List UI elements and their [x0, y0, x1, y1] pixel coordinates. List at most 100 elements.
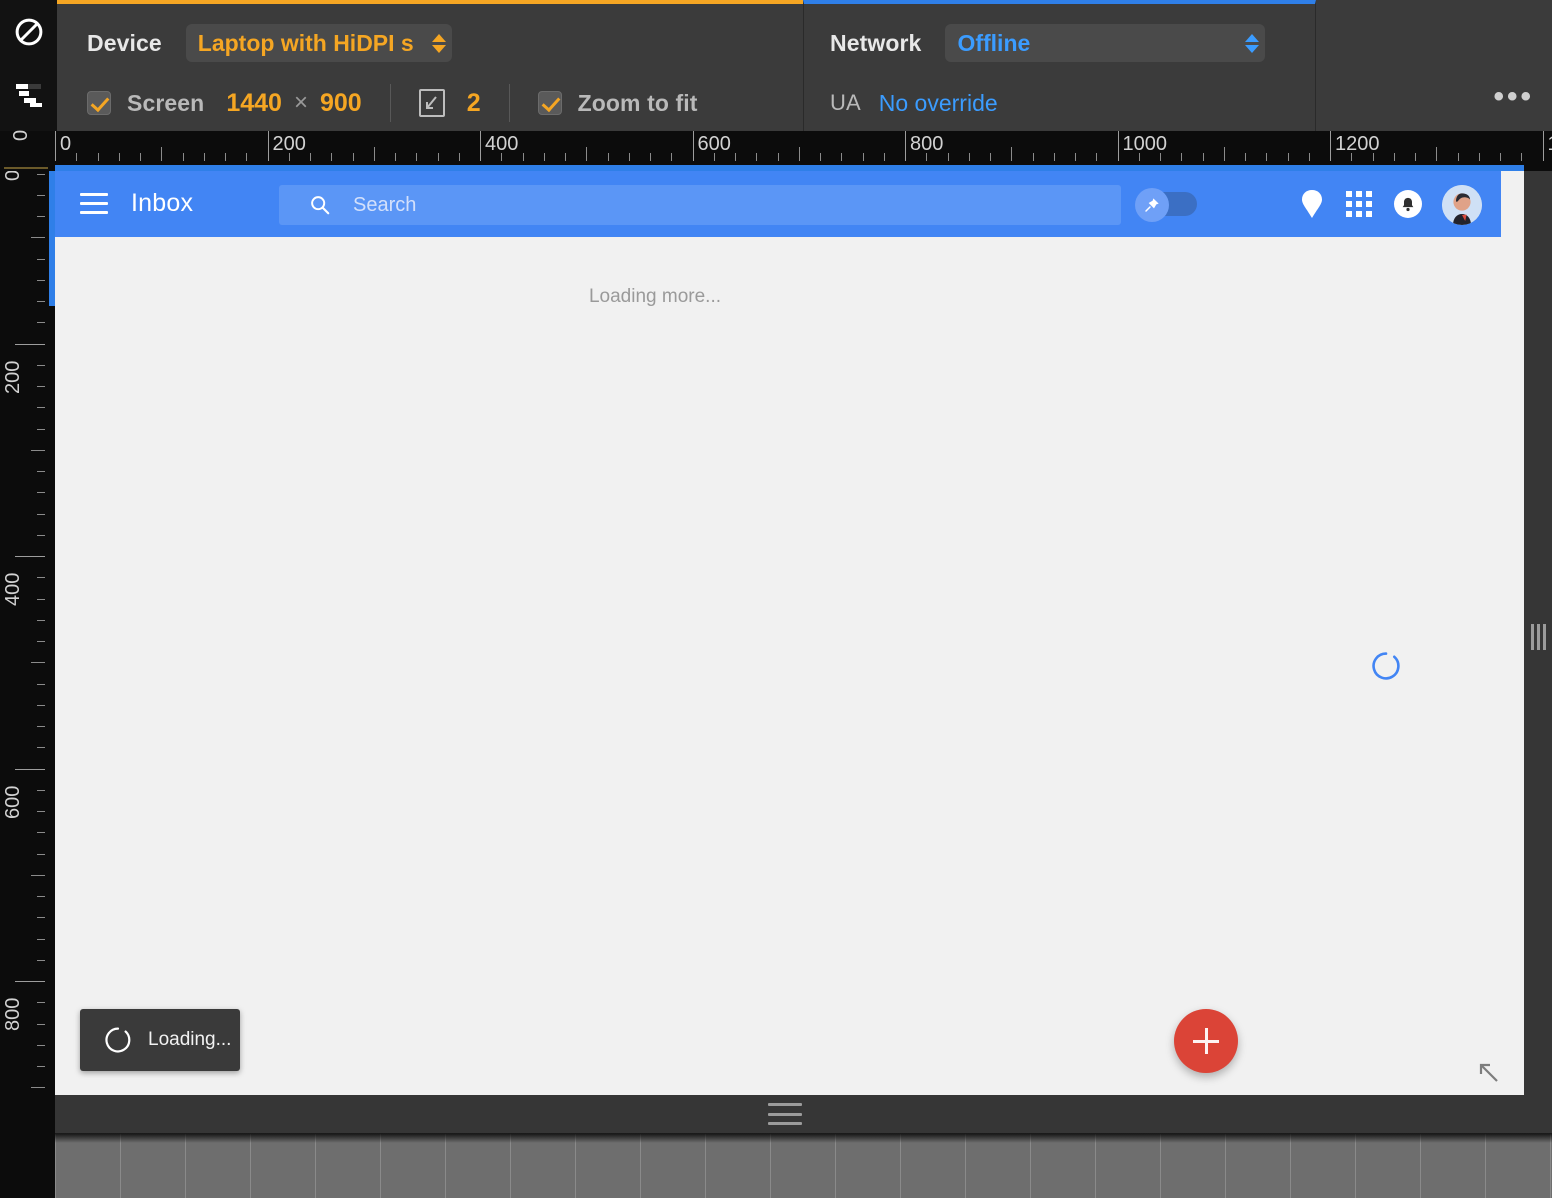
resize-corner-icon[interactable]	[1475, 1059, 1501, 1085]
ruler-tick	[1457, 153, 1459, 161]
screen-size-checkbox[interactable]	[87, 91, 111, 115]
network-throttling-value: Offline	[957, 29, 1031, 56]
loading-more-text: Loading more...	[588, 286, 722, 307]
zoom-to-fit-checkbox[interactable]	[537, 91, 562, 115]
hamburger-menu-icon[interactable]	[80, 193, 108, 215]
zoom-to-fit-label: Zoom to fit	[577, 89, 698, 116]
network-throttling-select[interactable]: Offline	[945, 24, 1266, 62]
network-settings-panel: Network Offline UA No override	[803, 0, 1316, 131]
ruler-tick	[1308, 153, 1310, 161]
compose-fab-button[interactable]	[1174, 1009, 1238, 1073]
overflow-menu-button[interactable]: •••	[1493, 82, 1534, 112]
ruler-tick	[1521, 153, 1523, 161]
no-entry-icon[interactable]	[14, 17, 44, 47]
device-emulation-toolbar: Device Laptop with HiDPI s Screen 1440 ×…	[0, 0, 1552, 131]
device-preset-value: Laptop with HiDPI s	[197, 29, 414, 56]
ruler-tick	[31, 874, 45, 876]
ruler-tick	[1096, 153, 1098, 161]
ruler-tick	[37, 959, 45, 961]
ruler-tick	[480, 131, 481, 161]
apps-grid-icon[interactable]	[1343, 188, 1375, 220]
screen-width-input[interactable]: 1440	[226, 89, 282, 118]
ruler-tick	[862, 153, 864, 161]
ruler-tick	[37, 726, 45, 727]
ruler-tick	[37, 917, 45, 919]
network-waterfall-icon[interactable]	[14, 80, 44, 110]
ruler-tick	[1223, 147, 1225, 161]
toolbar-overflow-panel: •••	[1316, 0, 1552, 131]
ruler-tick	[55, 131, 56, 161]
ruler-tick	[1393, 153, 1395, 161]
ruler-tick	[416, 153, 418, 161]
device-pixel-ratio-input[interactable]: 2	[467, 89, 481, 118]
ruler-tick	[15, 768, 45, 770]
search-icon	[309, 194, 331, 216]
ruler-label: 1400	[1548, 133, 1552, 156]
ruler-origin-label: 0	[10, 129, 32, 141]
pin-toggle-switch[interactable]	[1135, 188, 1197, 222]
chevron-updown-icon	[431, 33, 446, 53]
ruler-tick	[1202, 153, 1204, 161]
ruler-tick	[37, 534, 45, 536]
width-resize-handle[interactable]	[1531, 623, 1547, 651]
ruler-tick	[37, 1023, 45, 1025]
ruler-tick	[1415, 153, 1416, 161]
ruler-tick	[841, 153, 843, 161]
ruler-tick	[37, 492, 45, 494]
ruler-tick	[37, 832, 45, 834]
ruler-tick	[968, 153, 970, 161]
pin-drop-icon[interactable]	[1296, 188, 1328, 220]
devtools-drawer-grid	[55, 1133, 1552, 1198]
ruler-tick	[37, 1002, 45, 1004]
ruler-tick	[118, 153, 120, 161]
device-preset-select[interactable]: Laptop with HiDPI s	[185, 24, 452, 62]
ruler-tick	[76, 153, 78, 161]
user-agent-value[interactable]: No override	[879, 90, 998, 117]
ruler-tick	[225, 153, 226, 161]
notifications-bell-icon[interactable]	[1392, 188, 1424, 220]
ruler-tick	[15, 556, 45, 557]
ruler-tick	[37, 407, 45, 409]
ruler-tick	[1245, 153, 1246, 161]
ruler-tick	[37, 1066, 45, 1067]
ruler-tick	[37, 938, 45, 940]
ruler-tick	[586, 147, 588, 161]
ruler-tick	[37, 428, 45, 430]
network-label: Network	[830, 29, 922, 56]
ruler-tick	[15, 343, 45, 345]
ruler-tick	[990, 153, 991, 161]
ruler-tick	[650, 153, 651, 161]
ruler-tick	[1287, 153, 1289, 161]
ruler-tick	[37, 896, 45, 897]
ruler-tick	[37, 811, 45, 812]
ruler-tick	[671, 153, 673, 161]
horizontal-ruler: 0 200 400 600 800 1000 1200 1400	[0, 131, 1552, 171]
toolbar-left-rail	[0, 0, 57, 131]
page-title: Inbox	[131, 189, 194, 217]
device-label: Device	[87, 29, 162, 56]
chevron-updown-icon	[1245, 33, 1260, 53]
screen-label: Screen	[127, 89, 205, 116]
ruler-tick	[1542, 131, 1544, 161]
ruler-tick	[565, 153, 566, 161]
ruler-tick	[267, 131, 269, 161]
ruler-tick	[37, 619, 45, 621]
loading-spinner	[1371, 651, 1401, 681]
user-agent-label: UA	[830, 90, 861, 115]
snackbar-text: Loading...	[148, 1029, 232, 1050]
ruler-tick	[883, 153, 885, 161]
user-avatar[interactable]	[1442, 185, 1482, 225]
ruler-origin-corner: 0	[0, 129, 55, 171]
ruler-tick	[31, 662, 45, 664]
screen-height-input[interactable]: 900	[320, 89, 362, 118]
ruler-tick	[31, 449, 45, 451]
search-input[interactable]: Search	[279, 185, 1121, 225]
dimension-separator: ×	[293, 89, 308, 116]
ruler-tick	[905, 131, 906, 161]
ruler-tick	[37, 683, 45, 685]
device-pixel-ratio-icon	[418, 89, 445, 117]
ruler-tick	[1266, 153, 1268, 161]
height-resize-handle[interactable]	[768, 1103, 802, 1125]
ruler-tick	[37, 1044, 45, 1046]
ruler-tick	[1330, 131, 1331, 161]
